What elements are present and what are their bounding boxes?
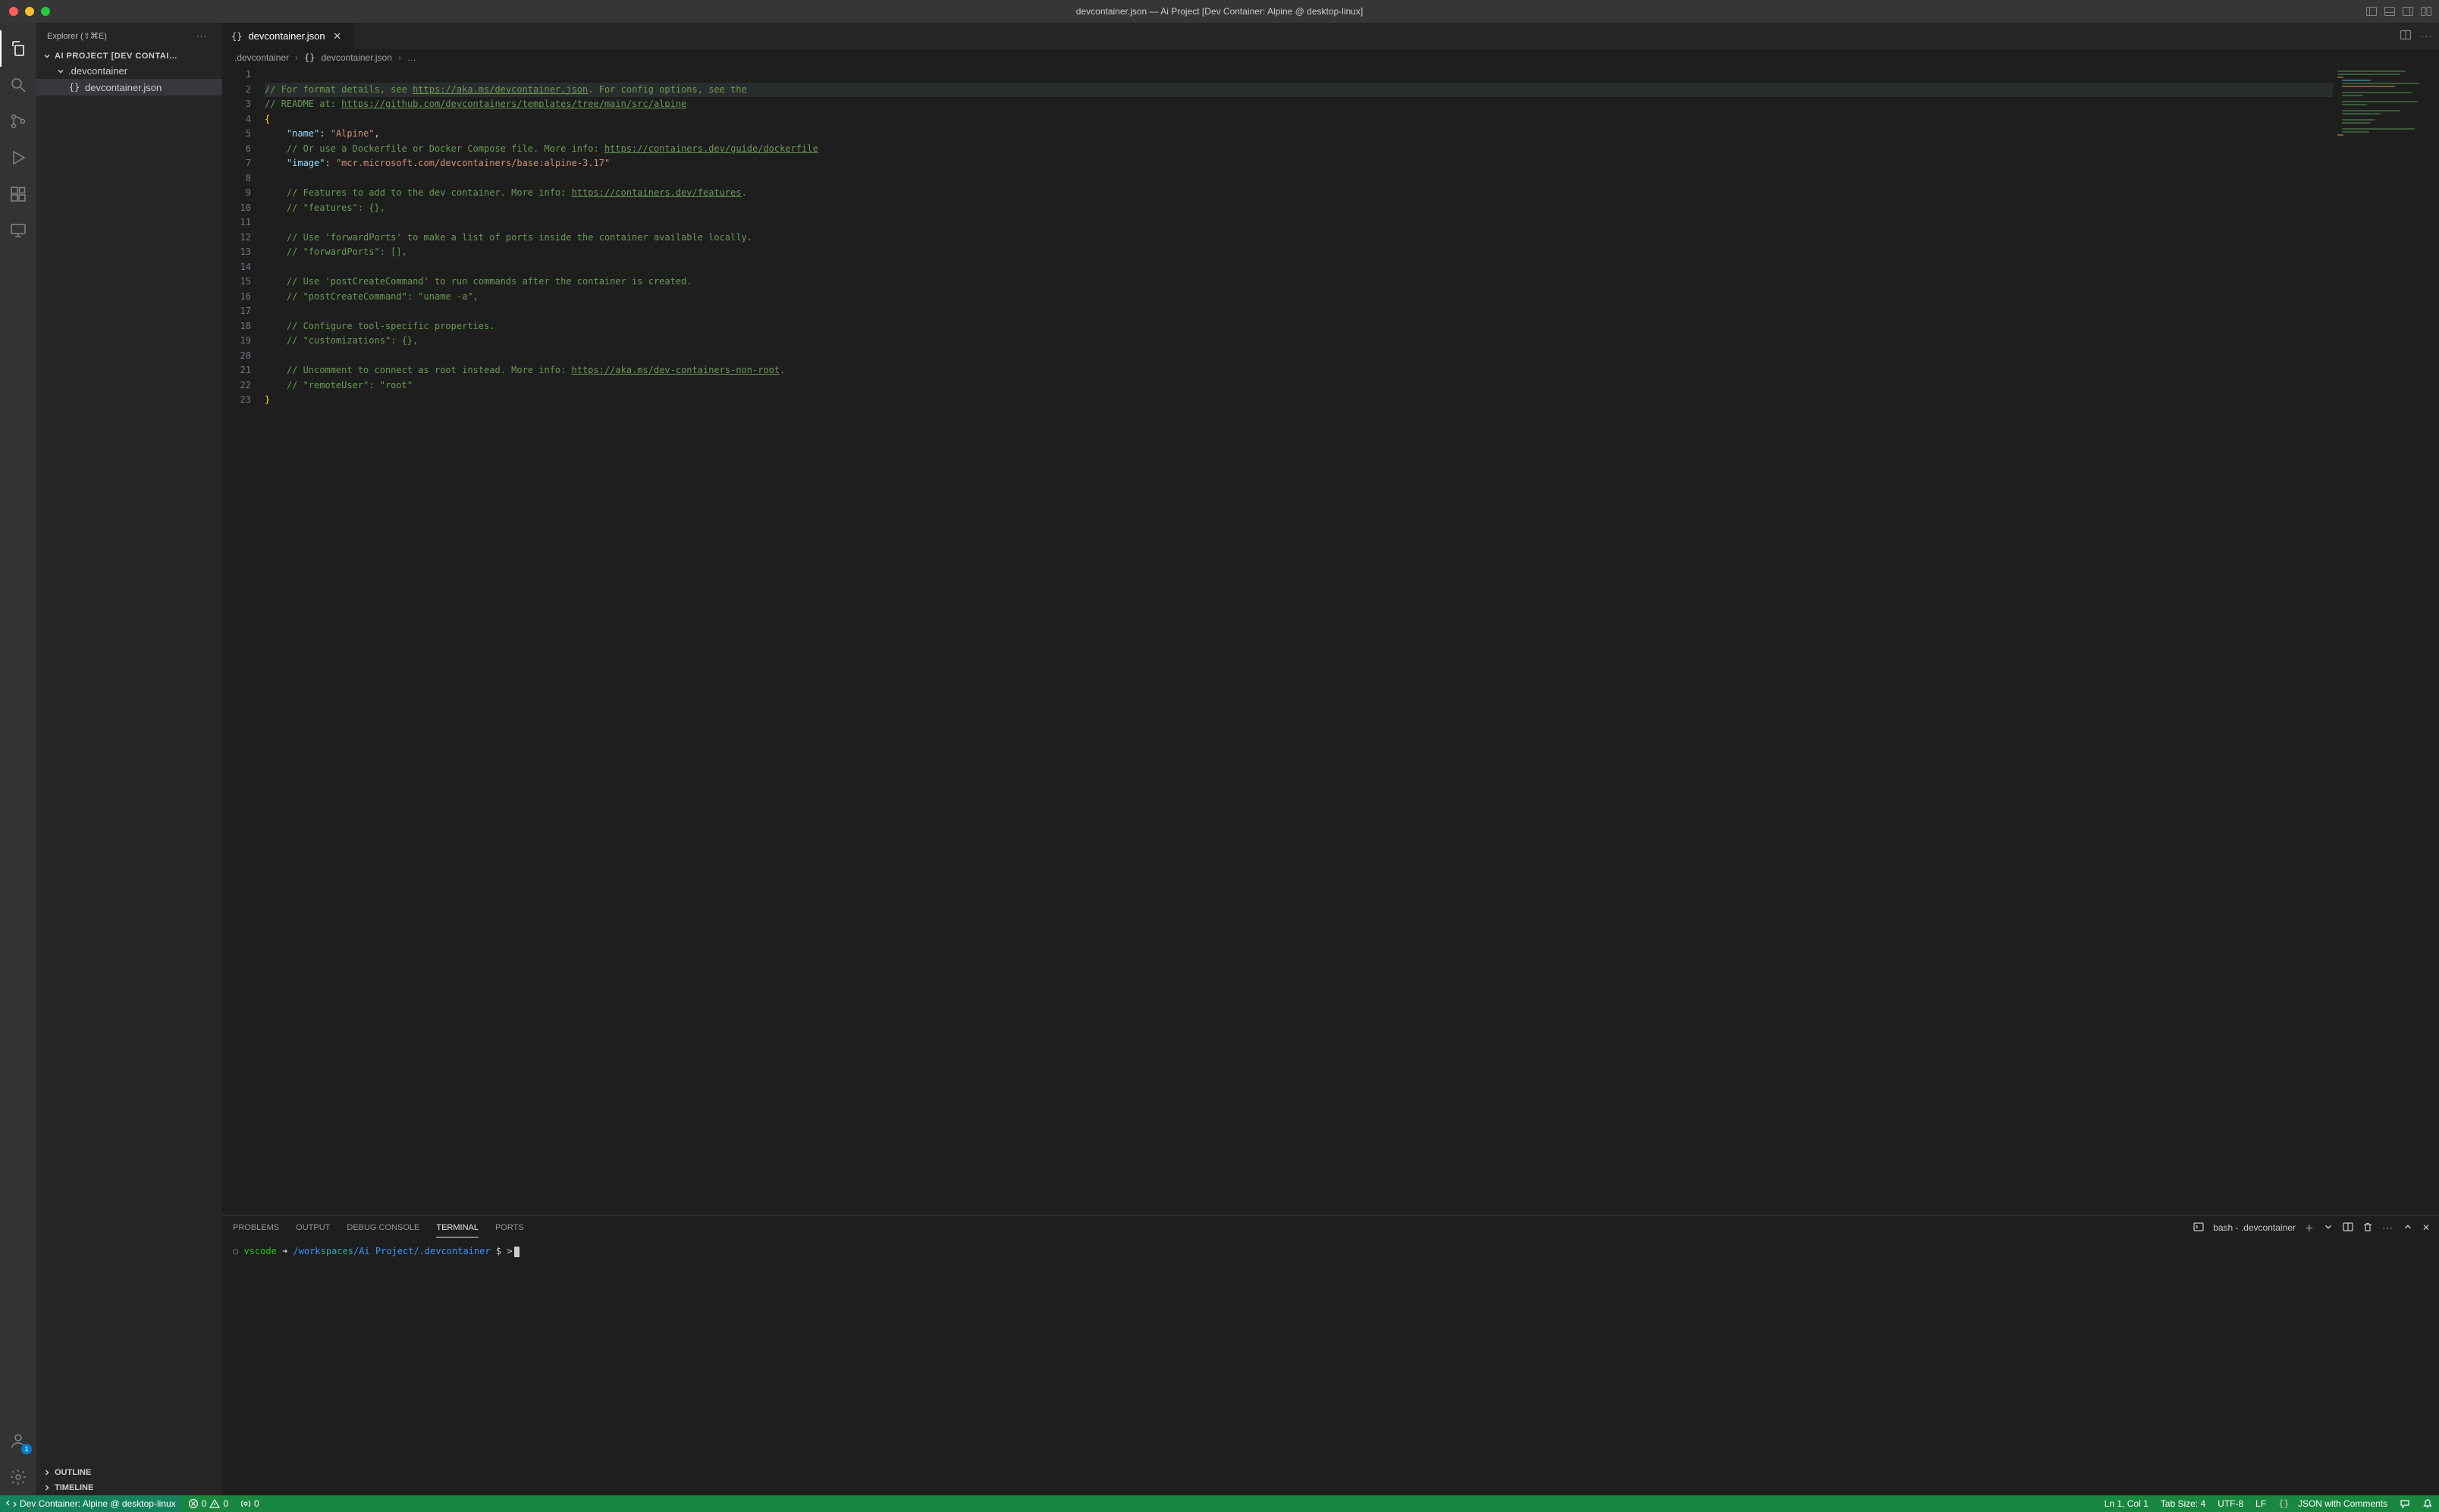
sidebar-title: Explorer (⇧⌘E) (47, 31, 107, 41)
breadcrumb[interactable]: .devcontainer › {} devcontainer.json › … (222, 49, 2439, 66)
customize-layout-icon[interactable] (2419, 5, 2433, 18)
outline-label: OUTLINE (55, 1468, 91, 1477)
toggle-primary-sidebar-icon[interactable] (2365, 5, 2378, 18)
breadcrumb-tail[interactable]: … (407, 52, 416, 63)
chevron-down-icon (56, 67, 65, 76)
toggle-secondary-sidebar-icon[interactable] (2401, 5, 2415, 18)
panel-tab-ports[interactable]: PORTS (495, 1219, 524, 1237)
panel-more-icon[interactable]: ··· (2382, 1222, 2393, 1233)
breadcrumb-file[interactable]: devcontainer.json (322, 52, 392, 63)
explorer-activity-icon[interactable] (0, 30, 36, 67)
terminal-name[interactable]: bash - .devcontainer (2213, 1222, 2296, 1233)
folder-label: .devcontainer (68, 65, 127, 77)
accounts-badge: 1 (21, 1444, 32, 1454)
cursor-position[interactable]: Ln 1, Col 1 (2098, 1495, 2155, 1512)
project-root-label: AI PROJECT [DEV CONTAI… (55, 52, 177, 61)
project-root[interactable]: AI PROJECT [DEV CONTAI… (36, 49, 222, 63)
file-label: devcontainer.json (85, 82, 162, 93)
terminal-cursor (514, 1247, 520, 1257)
remote-label: Dev Container: Alpine @ desktop-linux (20, 1498, 176, 1509)
folder-devcontainer[interactable]: .devcontainer (36, 63, 222, 79)
breadcrumb-folder[interactable]: .devcontainer (234, 52, 289, 63)
file-devcontainer-json[interactable]: {} devcontainer.json (36, 79, 222, 96)
split-editor-icon[interactable] (2400, 29, 2412, 43)
chevron-right-icon: › (398, 52, 401, 63)
close-panel-icon[interactable]: ✕ (2422, 1222, 2430, 1233)
split-terminal-icon[interactable] (2343, 1222, 2353, 1234)
remote-explorer-activity-icon[interactable] (0, 212, 36, 249)
eol[interactable]: LF (2249, 1495, 2272, 1512)
json-file-icon: {} (231, 31, 242, 42)
line-numbers: 1234567891011121314151617181920212223 (222, 66, 265, 1215)
json-file-icon: {} (304, 52, 315, 63)
terminal-profile-icon[interactable] (2193, 1222, 2204, 1234)
panel-tab-debug-console[interactable]: DEBUG CONSOLE (347, 1219, 419, 1237)
accounts-icon[interactable]: 1 (0, 1423, 36, 1459)
minimap[interactable] (2333, 66, 2439, 1215)
close-tab-icon[interactable]: ✕ (331, 30, 344, 42)
window-title: devcontainer.json — Ai Project [Dev Cont… (1076, 6, 1363, 17)
tab-label: devcontainer.json (248, 30, 325, 42)
chevron-right-icon (42, 1468, 52, 1477)
tab-devcontainer-json[interactable]: {} devcontainer.json ✕ (222, 23, 353, 49)
new-terminal-icon[interactable]: ＋ (2305, 1222, 2314, 1234)
bottom-panel: PROBLEMS OUTPUT DEBUG CONSOLE TERMINAL P… (222, 1215, 2439, 1495)
vscode-window: devcontainer.json — Ai Project [Dev Cont… (0, 0, 2439, 1512)
panel-tab-terminal[interactable]: TERMINAL (436, 1219, 479, 1238)
run-debug-activity-icon[interactable] (0, 140, 36, 176)
status-bar: Dev Container: Alpine @ desktop-linux 0 … (0, 1495, 2439, 1512)
remote-indicator[interactable]: Dev Container: Alpine @ desktop-linux (0, 1495, 182, 1512)
title-layout-icons (2365, 5, 2433, 18)
sidebar-header: Explorer (⇧⌘E) ··· (36, 23, 222, 49)
chevron-right-icon (42, 1483, 52, 1492)
sidebar: Explorer (⇧⌘E) ··· AI PROJECT [DEV CONTA… (36, 23, 222, 1495)
terminal-body[interactable]: ○ vscode ➜ /workspaces/Ai Project/.devco… (222, 1240, 2439, 1495)
kill-terminal-icon[interactable] (2362, 1222, 2373, 1234)
editor-group: {} devcontainer.json ✕ ··· .devcontainer… (222, 23, 2439, 1495)
terminal-dropdown-icon[interactable] (2323, 1222, 2334, 1234)
timeline-section[interactable]: TIMELINE (36, 1480, 222, 1495)
encoding[interactable]: UTF-8 (2211, 1495, 2249, 1512)
minimize-window-button[interactable] (25, 7, 34, 16)
json-file-icon: {} (2278, 1498, 2289, 1509)
traffic-lights (0, 7, 50, 16)
maximize-panel-icon[interactable] (2403, 1222, 2413, 1234)
activity-bar: 1 (0, 23, 36, 1495)
language-mode[interactable]: {} JSON with Comments (2272, 1495, 2393, 1512)
code-content[interactable]: // For format details, see https://aka.m… (265, 66, 2333, 1215)
toggle-panel-icon[interactable] (2383, 5, 2397, 18)
feedback-icon[interactable] (2393, 1495, 2416, 1512)
problems-status[interactable]: 0 0 (182, 1495, 234, 1512)
ports-status[interactable]: 0 (234, 1495, 265, 1512)
tab-size[interactable]: Tab Size: 4 (2155, 1495, 2211, 1512)
outline-section[interactable]: OUTLINE (36, 1465, 222, 1480)
chevron-down-icon (42, 52, 52, 61)
chevron-right-icon: › (295, 52, 298, 63)
maximize-window-button[interactable] (41, 7, 50, 16)
notifications-icon[interactable] (2416, 1495, 2439, 1512)
timeline-label: TIMELINE (55, 1483, 93, 1492)
source-control-activity-icon[interactable] (0, 103, 36, 140)
extensions-activity-icon[interactable] (0, 176, 36, 212)
editor-more-icon[interactable]: ··· (2421, 30, 2433, 42)
panel-tab-output[interactable]: OUTPUT (296, 1219, 330, 1237)
titlebar: devcontainer.json — Ai Project [Dev Cont… (0, 0, 2439, 23)
panel-tab-problems[interactable]: PROBLEMS (233, 1219, 279, 1237)
settings-gear-icon[interactable] (0, 1459, 36, 1495)
json-file-icon: {} (68, 81, 80, 93)
editor-body[interactable]: 1234567891011121314151617181920212223 //… (222, 66, 2439, 1215)
panel-tabs: PROBLEMS OUTPUT DEBUG CONSOLE TERMINAL P… (222, 1216, 2439, 1240)
editor-tabs: {} devcontainer.json ✕ ··· (222, 23, 2439, 49)
close-window-button[interactable] (9, 7, 18, 16)
search-activity-icon[interactable] (0, 67, 36, 103)
sidebar-more-icon[interactable]: ··· (196, 32, 207, 41)
